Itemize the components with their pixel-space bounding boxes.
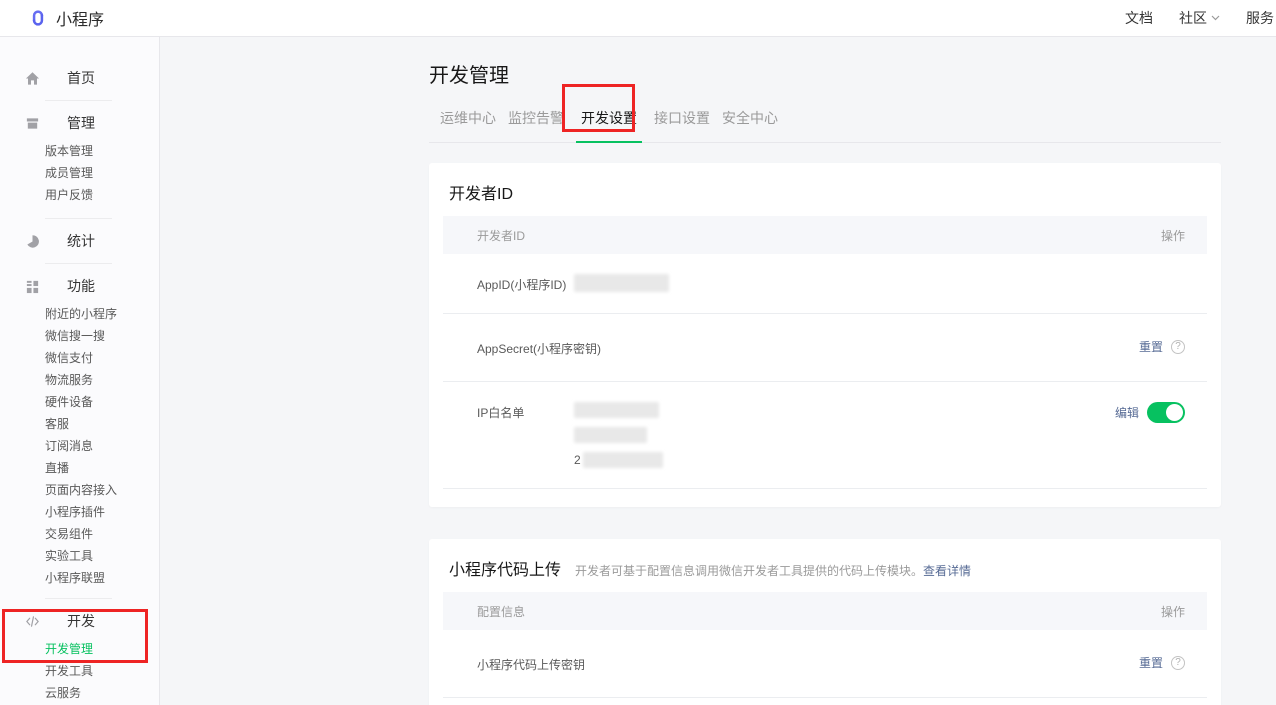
sidebar-item-logistics[interactable]: 物流服务 bbox=[0, 369, 159, 391]
developer-id-card: 开发者ID 开发者ID 操作 AppID(小程序ID) AppSecret(小程… bbox=[429, 163, 1221, 507]
ip-whitelist-row: IP白名单 2 编辑 bbox=[443, 382, 1207, 489]
sidebar-item-member-manage[interactable]: 成员管理 bbox=[0, 162, 159, 184]
toggle-knob bbox=[1166, 404, 1183, 421]
sidebar-item-wechat-search[interactable]: 微信搜一搜 bbox=[0, 325, 159, 347]
sidebar-item-wechat-pay[interactable]: 微信支付 bbox=[0, 347, 159, 369]
sidebar-item-dev-tools[interactable]: 开发工具 bbox=[0, 660, 159, 682]
brand-logo[interactable]: 小程序 bbox=[28, 6, 104, 30]
nav-community[interactable]: 社区 bbox=[1179, 8, 1220, 28]
redacted-ip-value bbox=[583, 452, 663, 468]
column-header-name: 配置信息 bbox=[477, 603, 525, 620]
manage-sublist: 版本管理 成员管理 用户反馈 bbox=[0, 140, 159, 206]
sidebar-divider bbox=[45, 218, 112, 219]
sidebar-item-nearby-miniprogram[interactable]: 附近的小程序 bbox=[0, 303, 159, 325]
sidebar-item-miniprogram-union[interactable]: 小程序联盟 bbox=[0, 567, 159, 589]
sidebar-item-stats[interactable]: 统计 bbox=[0, 228, 159, 254]
reset-appsecret-button[interactable]: 重置 bbox=[1139, 338, 1163, 355]
appid-label: AppID(小程序ID) bbox=[477, 274, 574, 293]
features-sublist: 附近的小程序 微信搜一搜 微信支付 物流服务 硬件设备 客服 订阅消息 直播 页… bbox=[0, 303, 159, 589]
home-icon bbox=[24, 70, 40, 86]
redacted-ip-value bbox=[574, 427, 647, 443]
appsecret-row: AppSecret(小程序密钥) 重置 ? bbox=[443, 314, 1207, 382]
card-title-developer-id: 开发者ID bbox=[449, 180, 513, 204]
sidebar-item-home[interactable]: 首页 bbox=[0, 65, 159, 91]
appsecret-label: AppSecret(小程序密钥) bbox=[477, 338, 601, 357]
sidebar: 首页 管理 版本管理 成员管理 用户反馈 统计 bbox=[0, 37, 160, 705]
brand-title: 小程序 bbox=[56, 6, 104, 30]
code-upload-table-header: 配置信息 操作 bbox=[443, 592, 1207, 630]
code-upload-card: 小程序代码上传 开发者可基于配置信息调用微信开发者工具提供的代码上传模块。 查看… bbox=[429, 539, 1221, 705]
sidebar-item-features[interactable]: 功能 bbox=[0, 273, 159, 299]
pie-chart-icon bbox=[24, 233, 40, 249]
reset-upload-key-button[interactable]: 重置 bbox=[1139, 654, 1163, 671]
manage-box-icon bbox=[24, 115, 40, 131]
code-upload-subtitle: 开发者可基于配置信息调用微信开发者工具提供的代码上传模块。 bbox=[575, 562, 923, 579]
help-icon[interactable]: ? bbox=[1171, 340, 1185, 354]
miniprogram-logo-icon bbox=[28, 8, 48, 28]
column-header-action: 操作 bbox=[1161, 227, 1185, 244]
sidebar-item-cloud-service[interactable]: 云服务 bbox=[0, 682, 159, 704]
sidebar-item-live[interactable]: 直播 bbox=[0, 457, 159, 479]
main-content: 开发管理 运维中心 监控告警 开发设置 接口设置 安全中心 开发者ID 开发者I… bbox=[160, 37, 1276, 705]
ip-whitelist-label: IP白名单 bbox=[477, 402, 574, 421]
top-bar: 小程序 文档 社区 服务 bbox=[0, 0, 1276, 37]
sidebar-divider bbox=[45, 263, 112, 264]
sidebar-item-plugin[interactable]: 小程序插件 bbox=[0, 501, 159, 523]
sidebar-item-page-content[interactable]: 页面内容接入 bbox=[0, 479, 159, 501]
top-nav: 文档 社区 服务 bbox=[1125, 8, 1274, 28]
tab-ops-center[interactable]: 运维中心 bbox=[440, 108, 496, 142]
view-details-link[interactable]: 查看详情 bbox=[923, 562, 971, 579]
sidebar-item-experiment-tools[interactable]: 实验工具 bbox=[0, 545, 159, 567]
chevron-down-icon bbox=[1211, 15, 1220, 21]
code-icon bbox=[24, 613, 40, 629]
upload-key-row: 小程序代码上传密钥 重置 ? bbox=[443, 630, 1207, 698]
redacted-appid-value bbox=[574, 274, 669, 292]
column-header-action: 操作 bbox=[1161, 603, 1185, 620]
sidebar-item-subscribe-message[interactable]: 订阅消息 bbox=[0, 435, 159, 457]
page-title: 开发管理 bbox=[429, 59, 1276, 88]
appid-row: AppID(小程序ID) bbox=[443, 254, 1207, 314]
upload-key-label: 小程序代码上传密钥 bbox=[477, 654, 585, 673]
nav-service[interactable]: 服务 bbox=[1246, 8, 1274, 28]
nav-docs[interactable]: 文档 bbox=[1125, 8, 1153, 28]
sidebar-item-user-feedback[interactable]: 用户反馈 bbox=[0, 184, 159, 206]
help-icon[interactable]: ? bbox=[1171, 656, 1185, 670]
tab-api-settings[interactable]: 接口设置 bbox=[654, 108, 710, 142]
ip-whitelist-values: 2 bbox=[574, 402, 663, 468]
edit-ip-whitelist-button[interactable]: 编辑 bbox=[1115, 404, 1139, 421]
sidebar-item-develop[interactable]: 开发 bbox=[0, 608, 159, 634]
ip-whitelist-toggle[interactable] bbox=[1147, 402, 1185, 423]
developer-id-table-header: 开发者ID 操作 bbox=[443, 216, 1207, 254]
column-header-name: 开发者ID bbox=[477, 227, 525, 244]
sidebar-item-trade-component[interactable]: 交易组件 bbox=[0, 523, 159, 545]
sidebar-item-customer-service[interactable]: 客服 bbox=[0, 413, 159, 435]
card-title-code-upload: 小程序代码上传 bbox=[449, 556, 561, 580]
tab-monitor-alert[interactable]: 监控告警 bbox=[508, 108, 564, 142]
redacted-ip-value bbox=[574, 402, 659, 418]
sidebar-item-dev-manage[interactable]: 开发管理 bbox=[0, 638, 159, 660]
sidebar-item-version-manage[interactable]: 版本管理 bbox=[0, 140, 159, 162]
ip-visible-prefix: 2 bbox=[574, 453, 581, 467]
sidebar-item-manage[interactable]: 管理 bbox=[0, 110, 159, 136]
develop-sublist: 开发管理 开发工具 云服务 bbox=[0, 638, 159, 704]
tab-dev-settings[interactable]: 开发设置 bbox=[576, 108, 642, 143]
tab-security-center[interactable]: 安全中心 bbox=[722, 108, 778, 142]
grid-icon bbox=[24, 278, 40, 294]
sidebar-divider bbox=[45, 598, 112, 599]
sidebar-divider bbox=[45, 100, 112, 101]
tab-bar: 运维中心 监控告警 开发设置 接口设置 安全中心 bbox=[429, 108, 1221, 143]
upload-ip-whitelist-row: IP白名单 暂无IP白名单 编辑 bbox=[443, 698, 1207, 705]
sidebar-item-hardware[interactable]: 硬件设备 bbox=[0, 391, 159, 413]
